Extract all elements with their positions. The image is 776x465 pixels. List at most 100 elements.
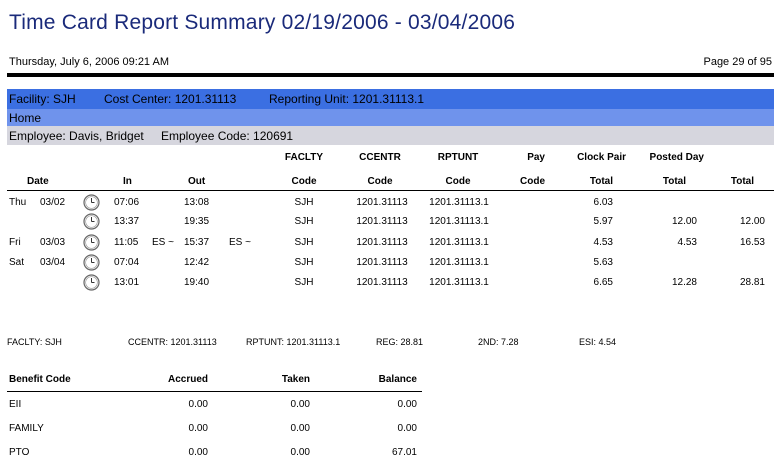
row-in: 11:05 (114, 237, 139, 248)
col-pay-top: Pay (527, 152, 545, 163)
col-out: Out (188, 176, 206, 187)
summary-faclty: FACLTY: SJH (7, 337, 62, 347)
row-clock-total: 6.65 (593, 277, 613, 288)
row-day: Fri (9, 237, 21, 248)
clock-icon[interactable] (83, 213, 100, 235)
report-title: Time Card Report Summary 02/19/2006 - 03… (9, 11, 516, 34)
row-faclty: SJH (294, 237, 314, 248)
row-faclty: SJH (294, 277, 314, 288)
col-date: Date (27, 176, 49, 187)
row-ccentr: 1201.31113 (356, 216, 408, 227)
summary-rptunt: RPTUNT: 1201.31113.1 (246, 337, 341, 347)
row-posted-total: 4.53 (677, 237, 697, 248)
row-rptunt: 1201.31113.1 (429, 277, 489, 288)
summary-ccentr: CCENTR: 1201.31113 (128, 337, 217, 347)
reporting-unit-label: Reporting Unit: 1201.31113.1 (269, 92, 424, 106)
row-rptunt: 1201.31113.1 (429, 257, 489, 268)
benefit-taken: 0.00 (290, 447, 310, 458)
row-rptunt: 1201.31113.1 (429, 216, 489, 227)
col-clockpair-top: Clock Pair (577, 152, 626, 163)
row-in-flag: ES ~ (152, 237, 174, 248)
benefit-col-taken: Taken (281, 374, 310, 385)
row-out: 19:40 (184, 277, 210, 288)
row-out-flag: ES ~ (229, 237, 251, 248)
row-rptunt: 1201.31113.1 (429, 237, 489, 248)
clock-icon[interactable] (83, 234, 100, 256)
col-clockpair-bot: Total (589, 176, 613, 187)
row-clock-total: 5.63 (593, 257, 613, 268)
benefit-accrued: 0.00 (188, 423, 208, 434)
benefit-col-code: Benefit Code (9, 374, 71, 385)
row-clock-total: 5.97 (593, 216, 613, 227)
row-in: 13:37 (114, 216, 140, 227)
row-date: 03/03 (40, 237, 66, 248)
benefit-balance: 0.00 (397, 423, 417, 434)
benefit-balance: 67.01 (391, 447, 417, 458)
row-ccentr: 1201.31113 (356, 197, 408, 208)
home-label: Home (9, 111, 42, 125)
benefits-header-rule (7, 391, 422, 392)
row-out: 15:37 (184, 237, 210, 248)
page-number: Page 29 of 95 (703, 56, 772, 68)
facility-label: Facility: SJH (9, 92, 76, 106)
row-date: 03/04 (40, 257, 66, 268)
row-date: 03/02 (40, 197, 66, 208)
col-rptunt-bot: Code (445, 176, 471, 187)
benefit-col-accrued: Accrued (167, 374, 208, 385)
column-header-rule (7, 190, 774, 191)
clock-icon[interactable] (83, 274, 100, 296)
row-total: 12.00 (739, 216, 765, 227)
row-ccentr: 1201.31113 (356, 277, 408, 288)
row-out: 19:35 (184, 216, 210, 227)
benefit-taken: 0.00 (290, 399, 310, 410)
benefit-accrued: 0.00 (188, 399, 208, 410)
row-rptunt: 1201.31113.1 (429, 197, 489, 208)
cost-center-label: Cost Center: 1201.31113 (104, 92, 237, 106)
col-ccentr-top: CCENTR (359, 152, 401, 163)
home-band: Home (7, 109, 774, 126)
row-in: 13:01 (114, 277, 140, 288)
row-day: Sat (9, 257, 25, 268)
benefit-accrued: 0.00 (188, 447, 208, 458)
summary-reg: REG: 28.81 (376, 337, 424, 347)
benefit-code: FAMILY (9, 423, 44, 434)
employee-code: Employee Code: 120691 (161, 129, 294, 143)
row-total: 16.53 (739, 237, 765, 248)
col-postedday-top: Posted Day (649, 152, 704, 163)
summary-esi: ESI: 4.54 (579, 337, 617, 347)
row-posted-total: 12.00 (671, 216, 697, 227)
col-postedday-bot: Total (662, 176, 686, 187)
row-in: 07:04 (114, 257, 140, 268)
row-faclty: SJH (294, 216, 314, 227)
col-in: In (123, 176, 132, 187)
benefit-code: PTO (9, 447, 30, 458)
facility-band: Facility: SJH Cost Center: 1201.31113 Re… (7, 89, 774, 109)
benefit-balance: 0.00 (397, 399, 417, 410)
row-ccentr: 1201.31113 (356, 237, 408, 248)
col-total: Total (730, 176, 754, 187)
benefit-col-balance: Balance (378, 374, 417, 385)
row-clock-total: 4.53 (593, 237, 613, 248)
col-rptunt-top: RPTUNT (437, 152, 479, 163)
row-clock-total: 6.03 (593, 197, 613, 208)
row-ccentr: 1201.31113 (356, 257, 408, 268)
col-faclty-top: FACLTY (284, 152, 324, 163)
row-posted-total: 12.28 (671, 277, 697, 288)
benefit-taken: 0.00 (290, 423, 310, 434)
row-faclty: SJH (294, 257, 314, 268)
printed-timestamp: Thursday, July 6, 2006 09:21 AM (9, 56, 169, 68)
header-rule (7, 73, 774, 77)
col-pay-bot: Code (520, 176, 545, 187)
row-out: 12:42 (184, 257, 210, 268)
row-faclty: SJH (294, 197, 314, 208)
row-out: 13:08 (184, 197, 210, 208)
employee-name: Employee: Davis, Bridget (9, 129, 144, 143)
row-day: Thu (9, 197, 27, 208)
row-in: 07:06 (114, 197, 140, 208)
employee-band: Employee: Davis, Bridget Employee Code: … (7, 126, 774, 145)
benefit-code: EII (9, 399, 22, 410)
col-ccentr-bot: Code (367, 176, 393, 187)
clock-icon[interactable] (83, 254, 100, 276)
row-total: 28.81 (739, 277, 765, 288)
col-faclty-bot: Code (291, 176, 317, 187)
